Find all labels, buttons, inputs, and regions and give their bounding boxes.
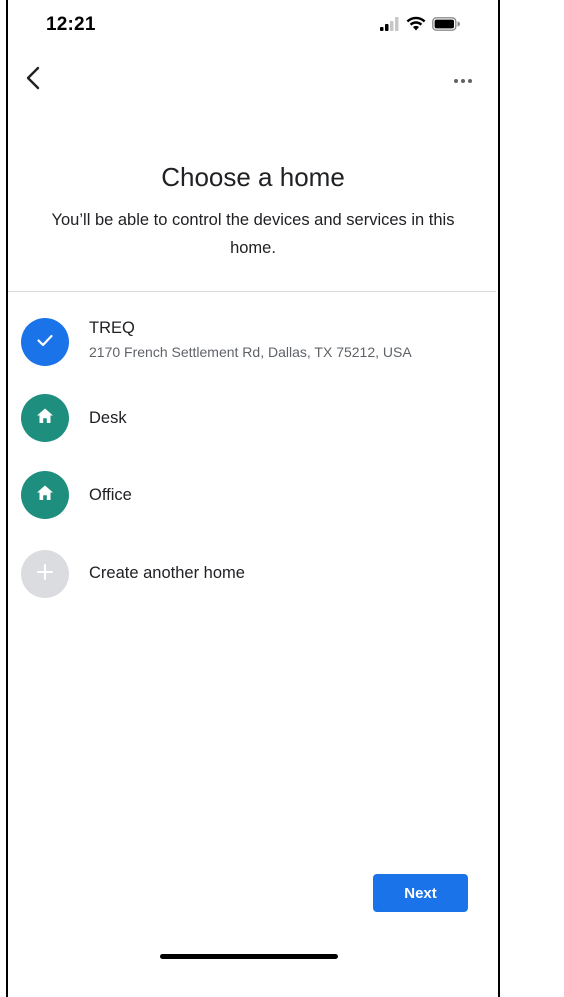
selected-home-avatar: [21, 318, 69, 366]
status-time: 12:21: [46, 14, 96, 35]
status-icons: [380, 16, 460, 36]
home-address: 2170 French Settlement Rd, Dallas, TX 75…: [89, 344, 412, 360]
add-home-avatar: [21, 550, 69, 598]
next-button[interactable]: Next: [373, 874, 468, 912]
home-indicator[interactable]: [160, 954, 338, 959]
home-avatar: [21, 394, 69, 442]
create-home-label: Create another home: [89, 564, 245, 582]
divider: [8, 291, 496, 292]
more-horizontal-icon: [453, 71, 473, 89]
home-avatar: [21, 471, 69, 519]
plus-icon: [35, 562, 55, 587]
home-name: Office: [89, 486, 132, 504]
page-title: Choose a home: [161, 162, 345, 192]
more-options-button[interactable]: [448, 66, 478, 94]
home-item-treq[interactable]: TREQ 2170 French Settlement Rd, Dallas, …: [8, 314, 498, 374]
home-item-desk[interactable]: Desk: [8, 392, 498, 452]
page-subtitle: You’ll be able to control the devices an…: [51, 211, 455, 257]
home-name: TREQ: [89, 319, 135, 337]
app-screen: 12:21 Choose a home You’ll be able to co…: [0, 0, 564, 997]
chevron-left-icon: [25, 66, 41, 95]
battery-icon: [432, 16, 460, 36]
create-home-item[interactable]: Create another home: [8, 550, 498, 610]
wifi-icon: [406, 16, 426, 36]
status-bar: 12:21: [8, 0, 498, 52]
cellular-signal-icon: [380, 16, 400, 36]
back-button[interactable]: [18, 64, 48, 96]
home-icon: [35, 406, 55, 431]
nav-bar: [8, 58, 498, 102]
screenshot-border-right: [498, 0, 500, 997]
home-item-office[interactable]: Office: [8, 470, 498, 530]
check-icon: [34, 329, 56, 356]
home-name: Desk: [89, 409, 127, 427]
home-icon: [35, 483, 55, 508]
